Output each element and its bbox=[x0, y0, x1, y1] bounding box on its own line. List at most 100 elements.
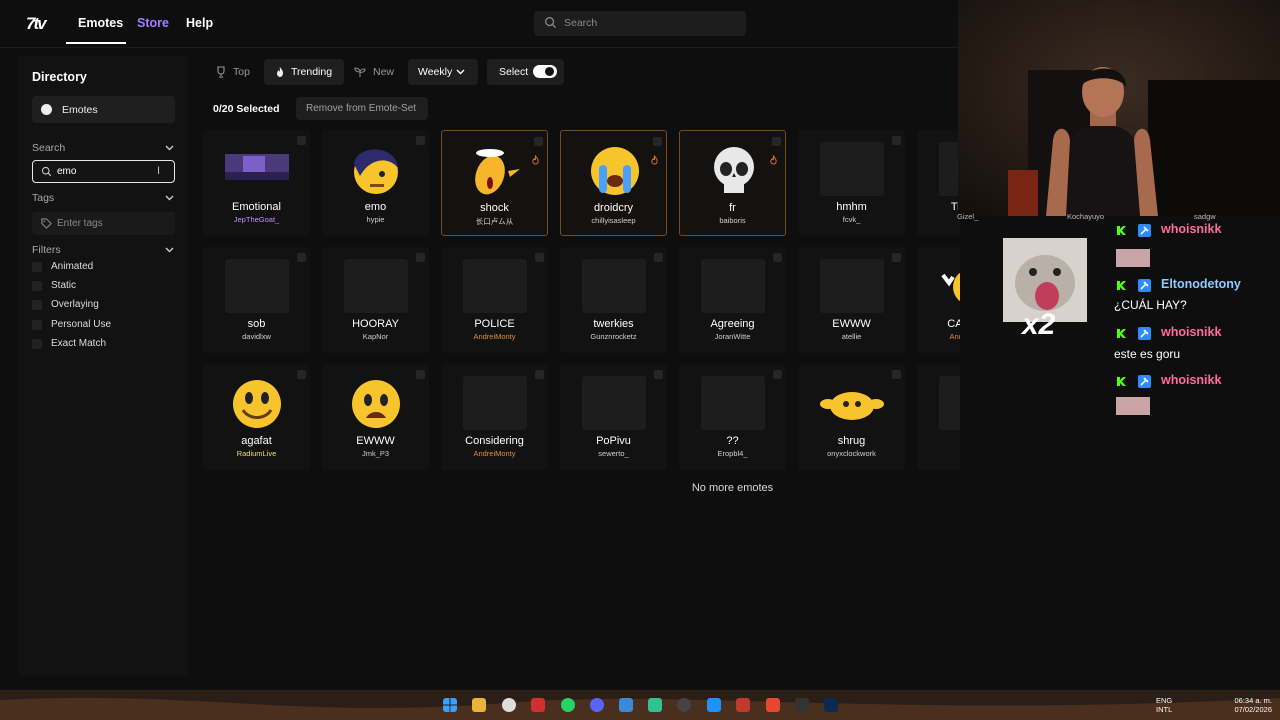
select-checkbox[interactable] bbox=[416, 136, 425, 145]
app-icon[interactable] bbox=[795, 698, 809, 712]
file-explorer-icon[interactable] bbox=[472, 698, 486, 712]
select-checkbox[interactable] bbox=[654, 370, 663, 379]
select-checkbox[interactable] bbox=[892, 253, 901, 262]
emote-card[interactable]: EWWW Jmk_P3 bbox=[322, 364, 429, 470]
emote-card[interactable]: twerkies Gunznrocketz bbox=[560, 247, 667, 353]
select-checkbox[interactable] bbox=[297, 370, 306, 379]
emote-card[interactable]: fr baiboris bbox=[679, 130, 786, 236]
app-icon[interactable] bbox=[531, 698, 545, 712]
app-icon[interactable] bbox=[736, 698, 750, 712]
emote-face-icon bbox=[41, 104, 52, 115]
emote-owner[interactable]: AndreiMonty bbox=[441, 449, 548, 458]
emote-card[interactable]: Ex Zioidk bbox=[917, 364, 960, 470]
sort-trending-button[interactable]: Trending bbox=[264, 59, 344, 85]
select-checkbox[interactable] bbox=[416, 253, 425, 262]
emote-owner[interactable]: davidlxw bbox=[203, 332, 310, 341]
emote-card[interactable]: Considering AndreiMonty bbox=[441, 364, 548, 470]
emote-owner[interactable]: JepTheGoat_ bbox=[203, 215, 310, 224]
app-icon[interactable] bbox=[648, 698, 662, 712]
directory-emotes-button[interactable]: Emotes bbox=[32, 96, 175, 123]
emote-card[interactable]: ?? Eropbl4_ bbox=[679, 364, 786, 470]
sort-new-button[interactable]: New bbox=[347, 59, 402, 85]
emote-card[interactable]: shock 长口卢ㄙ从 bbox=[441, 130, 548, 236]
obs-icon[interactable] bbox=[677, 698, 691, 712]
checkbox[interactable] bbox=[32, 281, 42, 291]
emote-owner[interactable]: AndreiMonty bbox=[441, 332, 548, 341]
emote-card[interactable]: Emotional JepTheGoat_ bbox=[203, 130, 310, 236]
emote-search-input[interactable]: emo I bbox=[32, 160, 175, 183]
emote-owner[interactable]: Jmk_P3 bbox=[322, 449, 429, 458]
emote-card[interactable]: Timeout NNeo bbox=[917, 130, 960, 236]
checkbox[interactable] bbox=[32, 262, 42, 272]
emote-card[interactable]: sob davidlxw bbox=[203, 247, 310, 353]
emote-card[interactable]: POLICE AndreiMonty bbox=[441, 247, 548, 353]
emote-card[interactable]: shrug onyxclockwork bbox=[798, 364, 905, 470]
app-icon[interactable] bbox=[766, 698, 780, 712]
select-checkbox[interactable] bbox=[654, 253, 663, 262]
emote-owner[interactable]: KapNor bbox=[322, 332, 429, 341]
select-checkbox[interactable] bbox=[297, 253, 306, 262]
emote-owner[interactable]: Zioidk bbox=[917, 449, 960, 458]
emote-card[interactable]: Agreeing JoranWitte bbox=[679, 247, 786, 353]
chevron-down-icon[interactable] bbox=[165, 195, 174, 201]
emote-owner[interactable]: sewerto_ bbox=[560, 449, 667, 458]
checkbox[interactable] bbox=[32, 320, 42, 330]
chrome-icon[interactable] bbox=[502, 698, 516, 712]
emote-owner[interactable]: AndreiMonty bbox=[917, 332, 960, 341]
emote-owner[interactable]: baiboris bbox=[680, 216, 785, 225]
select-checkbox[interactable] bbox=[773, 253, 782, 262]
select-checkbox[interactable] bbox=[653, 137, 662, 146]
emote-owner[interactable]: hypie bbox=[322, 215, 429, 224]
sort-top-button[interactable]: Top bbox=[206, 59, 258, 85]
nav-help[interactable]: Help bbox=[186, 16, 213, 30]
app-icon[interactable] bbox=[707, 698, 721, 712]
select-checkbox[interactable] bbox=[535, 370, 544, 379]
photoshop-icon[interactable] bbox=[824, 698, 838, 712]
nav-store[interactable]: Store bbox=[137, 16, 169, 30]
text-cursor-icon: I bbox=[157, 165, 161, 177]
emote-card[interactable]: PoPivu sewerto_ bbox=[560, 364, 667, 470]
remove-from-emote-set-button[interactable]: Remove from Emote-Set bbox=[296, 97, 428, 120]
windows-start-icon[interactable] bbox=[443, 698, 457, 712]
emote-owner[interactable]: chillyisasleep bbox=[561, 216, 666, 225]
emote-owner[interactable]: JoranWitte bbox=[679, 332, 786, 341]
discord-icon[interactable] bbox=[590, 698, 604, 712]
global-search-input[interactable]: Search bbox=[534, 11, 746, 36]
7tv-logo[interactable]: 7tv bbox=[26, 14, 48, 34]
emote-card[interactable]: emo hypie bbox=[322, 130, 429, 236]
select-checkbox[interactable] bbox=[534, 137, 543, 146]
chevron-down-icon[interactable] bbox=[165, 145, 174, 151]
emote-owner[interactable]: RadiumLive bbox=[203, 449, 310, 458]
emote-card[interactable]: EWWW atellie bbox=[798, 247, 905, 353]
emote-owner[interactable]: fcvk_ bbox=[798, 215, 905, 224]
period-dropdown[interactable]: Weekly bbox=[408, 59, 478, 85]
whatsapp-icon[interactable] bbox=[561, 698, 575, 712]
select-checkbox[interactable] bbox=[535, 253, 544, 262]
emote-owner[interactable]: NNeo bbox=[917, 215, 960, 224]
chevron-down-icon[interactable] bbox=[165, 247, 174, 253]
emote-owner[interactable]: onyxclockwork bbox=[798, 449, 905, 458]
emote-owner[interactable]: Eropbl4_ bbox=[679, 449, 786, 458]
nav-emotes[interactable]: Emotes bbox=[78, 16, 123, 30]
emote-owner[interactable]: atellie bbox=[798, 332, 905, 341]
select-checkbox[interactable] bbox=[416, 370, 425, 379]
select-checkbox[interactable] bbox=[297, 136, 306, 145]
tags-input[interactable]: Enter tags bbox=[32, 212, 175, 235]
emote-card[interactable]: droidcry chillyisasleep bbox=[560, 130, 667, 236]
emote-owner[interactable]: Gunznrocketz bbox=[560, 332, 667, 341]
emote-card[interactable]: agafat RadiumLive bbox=[203, 364, 310, 470]
select-checkbox[interactable] bbox=[773, 370, 782, 379]
select-checkbox[interactable] bbox=[892, 136, 901, 145]
app-icon[interactable] bbox=[619, 698, 633, 712]
clock[interactable]: 06:34 a. m. 07/02/2026 bbox=[1222, 696, 1272, 714]
emote-card[interactable]: hmhm fcvk_ bbox=[798, 130, 905, 236]
emote-owner[interactable]: 长口卢ㄙ从 bbox=[442, 216, 547, 227]
select-checkbox[interactable] bbox=[772, 137, 781, 146]
emote-card[interactable]: CAUGHT AndreiMonty bbox=[917, 247, 960, 353]
checkbox[interactable] bbox=[32, 300, 42, 310]
select-toggle[interactable] bbox=[533, 65, 557, 78]
emote-card[interactable]: HOORAY KapNor bbox=[322, 247, 429, 353]
language-indicator[interactable]: ENG INTL bbox=[1156, 696, 1172, 714]
checkbox[interactable] bbox=[32, 339, 42, 349]
select-checkbox[interactable] bbox=[892, 370, 901, 379]
